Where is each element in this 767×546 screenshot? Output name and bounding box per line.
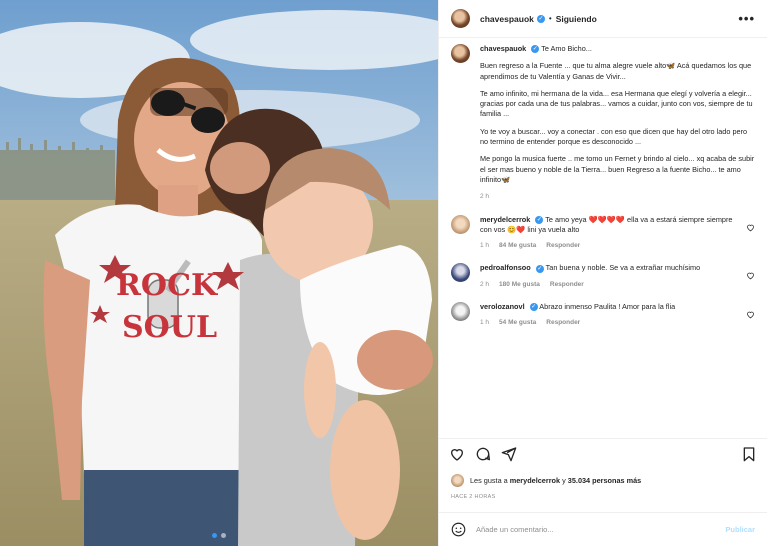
commenter-username[interactable]: pedroalfonsoo	[480, 263, 531, 272]
verified-icon: ✓	[535, 264, 544, 273]
reply-button[interactable]: Responder	[546, 318, 580, 328]
liker-username[interactable]: merydelcerrok	[510, 476, 560, 485]
comment-heart-icon[interactable]	[746, 310, 755, 319]
shirt-print-line2: SOUL	[122, 310, 218, 345]
reply-button[interactable]: Responder	[546, 241, 580, 251]
bookmark-icon[interactable]	[741, 446, 757, 462]
likes-connector: y	[562, 476, 566, 485]
liker-avatar[interactable]	[451, 474, 464, 487]
comment-heart-icon[interactable]	[746, 271, 755, 280]
post-caption: chavespauok ✓ Te Amo Bicho... Buen regre…	[451, 44, 755, 203]
comment-text: Abrazo inmenso Paulita ! Amor para la fl…	[539, 302, 676, 312]
likes-count[interactable]: 35.034 personas más	[568, 476, 641, 485]
verified-icon: ✓	[529, 303, 538, 312]
post-date[interactable]: HACE 2 HORAS	[451, 494, 496, 500]
comment-item: verolozanovl ✓ Abrazo inmenso Paulita ! …	[451, 302, 755, 329]
likes-summary: Les gusta a merydelcerrok y 35.034 perso…	[451, 474, 641, 487]
carousel-dot	[221, 533, 226, 538]
caption-avatar[interactable]	[451, 44, 470, 63]
verified-icon: ✓	[535, 215, 544, 224]
commenter-username[interactable]: merydelcerrok	[480, 215, 530, 224]
post-side-panel: chavespauok ✓ • Siguiendo ••• chavespauo…	[438, 0, 767, 546]
comments-area[interactable]: chavespauok ✓ Te Amo Bicho... Buen regre…	[439, 44, 767, 426]
post-actions	[439, 438, 767, 468]
owner-avatar[interactable]	[451, 9, 470, 28]
post-header: chavespauok ✓ • Siguiendo •••	[439, 0, 767, 38]
publish-button[interactable]: Publicar	[725, 525, 755, 534]
owner-username[interactable]: chavespauok	[480, 14, 534, 24]
likes-prefix: Les gusta a	[470, 476, 508, 485]
heart-icon[interactable]	[449, 446, 465, 462]
caption-paragraph: Buen regreso a la Fuente ... que tu alma…	[480, 61, 752, 81]
instagram-post-view: ROCK SOUL chavespauok ✓ • Siguiendo ••• …	[0, 0, 767, 546]
carousel-dot-active	[212, 533, 217, 538]
comment-item: merydelcerrok ✓ Te amo yeya ❤️❤️❤️❤️ ell…	[451, 214, 755, 252]
caption-paragraph: Yo te voy a buscar... voy a conectar . c…	[480, 126, 748, 147]
following-button[interactable]: Siguiendo	[556, 14, 597, 24]
shirt-print-line1: ROCK	[116, 268, 218, 303]
reply-button[interactable]: Responder	[550, 280, 584, 290]
comment-input[interactable]	[476, 525, 726, 534]
more-icon[interactable]: •••	[738, 11, 755, 26]
caption-paragraph: Te Amo Bicho...	[541, 44, 592, 53]
comment-likes[interactable]: 180 Me gusta	[499, 280, 540, 290]
caption-text: chavespauok ✓ Te Amo Bicho... Buen regre…	[480, 44, 755, 203]
header-separator: •	[548, 14, 552, 23]
photo-illustration	[0, 0, 438, 546]
verified-icon: ✓	[536, 14, 545, 23]
post-photo[interactable]: ROCK SOUL	[0, 0, 438, 546]
commenter-username[interactable]: verolozanovl	[480, 302, 525, 311]
emoji-icon[interactable]	[451, 522, 466, 537]
comment-time[interactable]: 1 h	[480, 241, 489, 251]
comment-heart-icon[interactable]	[746, 223, 755, 232]
caption-time[interactable]: 2 h	[480, 192, 755, 202]
commenter-avatar[interactable]	[451, 214, 470, 234]
comment-item: pedroalfonsoo ✓ Tan buena y noble. Se va…	[451, 263, 755, 290]
commenter-avatar[interactable]	[451, 302, 470, 322]
comment-likes[interactable]: 54 Me gusta	[499, 318, 536, 328]
caption-paragraph: Te amo infinito, mi hermana de la vida..…	[480, 88, 753, 119]
commenter-avatar[interactable]	[451, 263, 470, 283]
share-icon[interactable]	[501, 446, 517, 462]
caption-username[interactable]: chavespauok	[480, 44, 526, 53]
caption-paragraph: Me pongo la musica fuerte .. me tomo un …	[480, 154, 755, 184]
comment-time[interactable]: 2 h	[480, 280, 489, 290]
comment-text: Tan buena y noble. Se va a extrañar much…	[545, 263, 701, 273]
add-comment-bar: Publicar	[439, 512, 767, 546]
verified-icon: ✓	[531, 45, 540, 54]
comment-likes[interactable]: 84 Me gusta	[499, 241, 536, 251]
comment-icon[interactable]	[475, 446, 491, 462]
carousel-indicator	[0, 533, 438, 538]
comment-time[interactable]: 1 h	[480, 318, 489, 328]
